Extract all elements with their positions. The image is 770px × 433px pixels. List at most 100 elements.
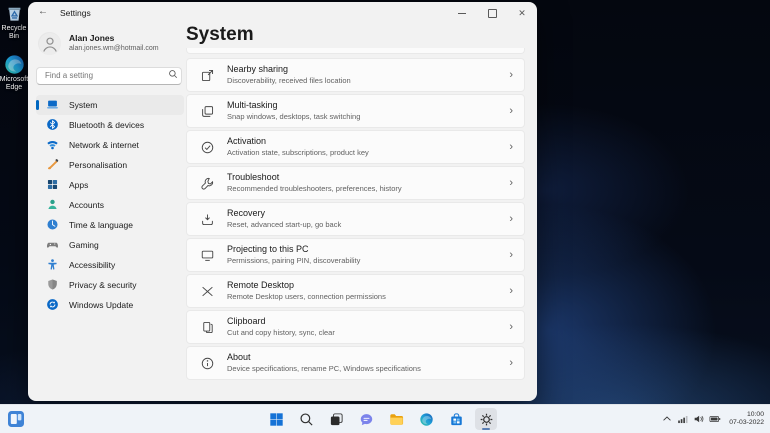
settings-card-projecting-to-this-pc[interactable]: Projecting to this PCPermissions, pairin… bbox=[186, 238, 525, 272]
sidebar-item-privacy-security[interactable]: Privacy & security bbox=[36, 275, 184, 295]
card-title: Multi-tasking bbox=[227, 100, 509, 112]
gaming-icon bbox=[46, 238, 59, 251]
edge-icon bbox=[419, 412, 434, 427]
store-icon bbox=[449, 412, 464, 427]
sidebar-item-label: Privacy & security bbox=[69, 280, 137, 290]
card-title: Clipboard bbox=[227, 316, 509, 328]
remote-desktop-icon bbox=[200, 284, 215, 299]
settings-window: ← Settings ✕ Alan Jones alan.jones.wm@ho… bbox=[28, 2, 537, 401]
card-text: Projecting to this PCPermissions, pairin… bbox=[227, 244, 509, 265]
desktop-icon-list: Recycle Bin Microsoft Edge bbox=[1, 3, 27, 105]
settings-card-nearby-sharing[interactable]: Nearby sharingDiscoverability, received … bbox=[186, 58, 525, 92]
taskbar-file-explorer-button[interactable] bbox=[385, 408, 407, 430]
task-view-icon bbox=[329, 412, 344, 427]
card-text: Multi-taskingSnap windows, desktops, tas… bbox=[227, 100, 509, 121]
settings-card-about[interactable]: AboutDevice specifications, rename PC, W… bbox=[186, 346, 525, 380]
accounts-icon bbox=[46, 198, 59, 211]
sidebar-item-label: Network & internet bbox=[69, 140, 139, 150]
card-title: Recovery bbox=[227, 208, 509, 220]
taskbar-search-button[interactable] bbox=[295, 408, 317, 430]
user-email: alan.jones.wm@hotmail.com bbox=[69, 44, 159, 53]
sidebar-item-accessibility[interactable]: Accessibility bbox=[36, 255, 184, 275]
apps-icon bbox=[46, 178, 59, 191]
sidebar-item-label: Bluetooth & devices bbox=[69, 120, 144, 130]
scrolled-card-remnant[interactable] bbox=[186, 48, 525, 54]
edge-desktop-icon bbox=[4, 54, 25, 75]
taskbar-start-button[interactable] bbox=[265, 408, 287, 430]
volume-icon[interactable] bbox=[693, 413, 705, 425]
chevron-right-icon: › bbox=[509, 357, 513, 369]
chevron-up-icon[interactable] bbox=[661, 413, 673, 425]
settings-card-remote-desktop[interactable]: Remote DesktopRemote Desktop users, conn… bbox=[186, 274, 525, 308]
activation-icon bbox=[200, 140, 215, 155]
chevron-right-icon: › bbox=[509, 321, 513, 333]
settings-card-recovery[interactable]: RecoveryReset, advanced start-up, go bac… bbox=[186, 202, 525, 236]
settings-card-activation[interactable]: ActivationActivation state, subscription… bbox=[186, 130, 525, 164]
sidebar-item-bluetooth-devices[interactable]: Bluetooth & devices bbox=[36, 115, 184, 135]
sidebar-item-time-language[interactable]: Time & language bbox=[36, 215, 184, 235]
back-icon[interactable]: ← bbox=[38, 6, 48, 17]
user-profile[interactable]: Alan Jones alan.jones.wm@hotmail.com bbox=[38, 32, 182, 55]
settings-icon bbox=[479, 412, 494, 427]
sidebar-item-apps[interactable]: Apps bbox=[36, 175, 184, 195]
card-title: Remote Desktop bbox=[227, 280, 509, 292]
tray-time: 10:00 bbox=[729, 411, 764, 419]
card-title: Nearby sharing bbox=[227, 64, 509, 76]
tray-date: 07-03-2022 bbox=[729, 419, 764, 427]
close-icon: ✕ bbox=[518, 9, 526, 18]
card-text: Remote DesktopRemote Desktop users, conn… bbox=[227, 280, 509, 301]
accessibility-icon bbox=[46, 258, 59, 271]
desktop-icon-recycle-bin[interactable]: Recycle Bin bbox=[1, 3, 27, 41]
taskbar-task-view-button[interactable] bbox=[325, 408, 347, 430]
settings-card-list: Nearby sharingDiscoverability, received … bbox=[186, 58, 525, 382]
sidebar-item-windows-update[interactable]: Windows Update bbox=[36, 295, 184, 315]
recovery-icon bbox=[200, 212, 215, 227]
sidebar: Alan Jones alan.jones.wm@hotmail.com Sys… bbox=[36, 28, 184, 315]
taskbar-store-button[interactable] bbox=[445, 408, 467, 430]
person-icon bbox=[39, 33, 61, 55]
taskbar-chat-button[interactable] bbox=[355, 408, 377, 430]
bluetooth-icon bbox=[46, 118, 59, 131]
sidebar-item-gaming[interactable]: Gaming bbox=[36, 235, 184, 255]
sidebar-item-label: Apps bbox=[69, 180, 88, 190]
sidebar-item-label: System bbox=[69, 100, 97, 110]
taskbar-settings-button[interactable] bbox=[475, 408, 497, 430]
settings-card-troubleshoot[interactable]: TroubleshootRecommended troubleshooters,… bbox=[186, 166, 525, 200]
card-text: ClipboardCut and copy history, sync, cle… bbox=[227, 316, 509, 337]
taskbar-edge-button[interactable] bbox=[415, 408, 437, 430]
sidebar-item-personalisation[interactable]: Personalisation bbox=[36, 155, 184, 175]
desktop-icon-label: Recycle Bin bbox=[1, 25, 27, 41]
card-text: Nearby sharingDiscoverability, received … bbox=[227, 64, 509, 85]
taskbar-clock[interactable]: 10:00 07-03-2022 bbox=[729, 411, 766, 428]
windows-update-icon bbox=[46, 298, 59, 311]
chevron-right-icon: › bbox=[509, 177, 513, 189]
minimize-button[interactable] bbox=[447, 2, 477, 24]
card-title: Activation bbox=[227, 136, 509, 148]
card-description: Remote Desktop users, connection permiss… bbox=[227, 292, 509, 302]
battery-icon[interactable] bbox=[709, 413, 721, 425]
settings-card-multi-tasking[interactable]: Multi-taskingSnap windows, desktops, tas… bbox=[186, 94, 525, 128]
card-description: Cut and copy history, sync, clear bbox=[227, 328, 509, 338]
personalisation-icon bbox=[46, 158, 59, 171]
sidebar-item-system[interactable]: System bbox=[36, 95, 184, 115]
maximize-button[interactable] bbox=[477, 2, 507, 24]
chevron-right-icon: › bbox=[509, 285, 513, 297]
desktop-icon-label: Microsoft Edge bbox=[0, 76, 28, 92]
card-description: Recommended troubleshooters, preferences… bbox=[227, 184, 509, 194]
sidebar-item-network-internet[interactable]: Network & internet bbox=[36, 135, 184, 155]
search-box bbox=[36, 65, 184, 85]
start-icon bbox=[269, 412, 284, 427]
network-signal-icon[interactable] bbox=[677, 413, 689, 425]
chevron-right-icon: › bbox=[509, 213, 513, 225]
sidebar-item-label: Accounts bbox=[69, 200, 104, 210]
search-icon bbox=[168, 69, 178, 79]
settings-card-clipboard[interactable]: ClipboardCut and copy history, sync, cle… bbox=[186, 310, 525, 344]
sidebar-nav: System Bluetooth & devices Network & inter… bbox=[36, 95, 184, 315]
search-input[interactable] bbox=[36, 67, 182, 85]
sidebar-item-label: Time & language bbox=[69, 220, 133, 230]
card-description: Permissions, pairing PIN, discoverabilit… bbox=[227, 256, 509, 266]
desktop-icon-microsoft-edge[interactable]: Microsoft Edge bbox=[1, 54, 27, 92]
close-button[interactable]: ✕ bbox=[507, 2, 537, 24]
taskbar-center bbox=[0, 405, 766, 433]
sidebar-item-accounts[interactable]: Accounts bbox=[36, 195, 184, 215]
